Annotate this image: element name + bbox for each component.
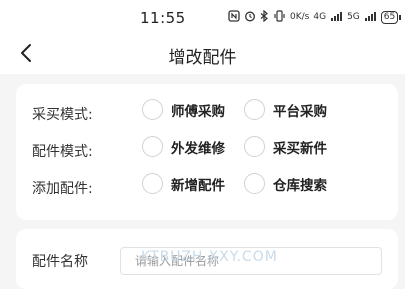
data-speed-icon: 0K/s (290, 13, 309, 22)
vibrate-icon (273, 10, 286, 25)
option-label: 采买新件 (273, 140, 327, 157)
purchase-mode-row: 采买模式: 师傅采购 平台采购 (16, 96, 398, 132)
part-name-label: 配件名称 (32, 254, 88, 270)
radio-icon[interactable] (244, 173, 265, 194)
radio-icon[interactable] (142, 173, 163, 194)
option-label: 新增配件 (171, 177, 225, 194)
add-part-row: 添加配件: 新增配件 仓库搜索 (16, 170, 398, 206)
status-icons: 0K/s 4G 5G 65 (228, 9, 402, 25)
part-mode-row: 配件模式: 外发维修 采买新件 (16, 133, 398, 169)
status-bar: 11:55 0K/s 4G 5G 65 (0, 0, 405, 34)
purchase-mode-label: 采买模式: (32, 107, 93, 123)
network-type-2: 5G (347, 12, 360, 22)
radio-icon[interactable] (142, 99, 163, 120)
alarm-icon (244, 10, 256, 25)
purchase-mode-platform-option[interactable]: 平台采购 (244, 99, 327, 120)
part-name-card: 配件名称 (16, 229, 398, 289)
battery-level: 65 (380, 11, 399, 24)
data-speed-unit: K/s (295, 12, 310, 22)
page-title: 增改配件 (168, 48, 237, 68)
status-time: 11:55 (140, 9, 186, 27)
part-mode-outsource-option[interactable]: 外发维修 (142, 136, 225, 157)
add-part-warehouse-option[interactable]: 仓库搜索 (244, 173, 327, 194)
radio-icon[interactable] (244, 136, 265, 157)
part-mode-label: 配件模式: (32, 144, 93, 160)
part-name-input[interactable] (120, 247, 382, 275)
nfc-icon (228, 10, 240, 25)
add-part-label: 添加配件: (32, 181, 93, 197)
option-label: 仓库搜索 (273, 177, 327, 194)
add-part-new-option[interactable]: 新增配件 (142, 173, 225, 194)
option-label: 平台采购 (273, 103, 327, 120)
battery-icon: 65 (380, 11, 402, 24)
network-type-1: 4G (313, 12, 327, 22)
option-label: 师傅采购 (171, 103, 225, 120)
wifi-icon (330, 11, 343, 25)
bluetooth-icon (260, 9, 269, 25)
purchase-mode-master-option[interactable]: 师傅采购 (142, 99, 225, 120)
radio-icon[interactable] (142, 136, 163, 157)
part-mode-buy-new-option[interactable]: 采买新件 (244, 136, 327, 157)
nav-bar: 增改配件 (0, 34, 405, 74)
option-label: 外发维修 (171, 140, 225, 157)
radio-icon[interactable] (244, 99, 265, 120)
mode-card: 采买模式: 师傅采购 平台采购 配件模式: 外发维修 采买新件 添加配件: 新增… (16, 84, 398, 220)
battery-tip (399, 15, 402, 20)
signal-icon (364, 11, 377, 25)
